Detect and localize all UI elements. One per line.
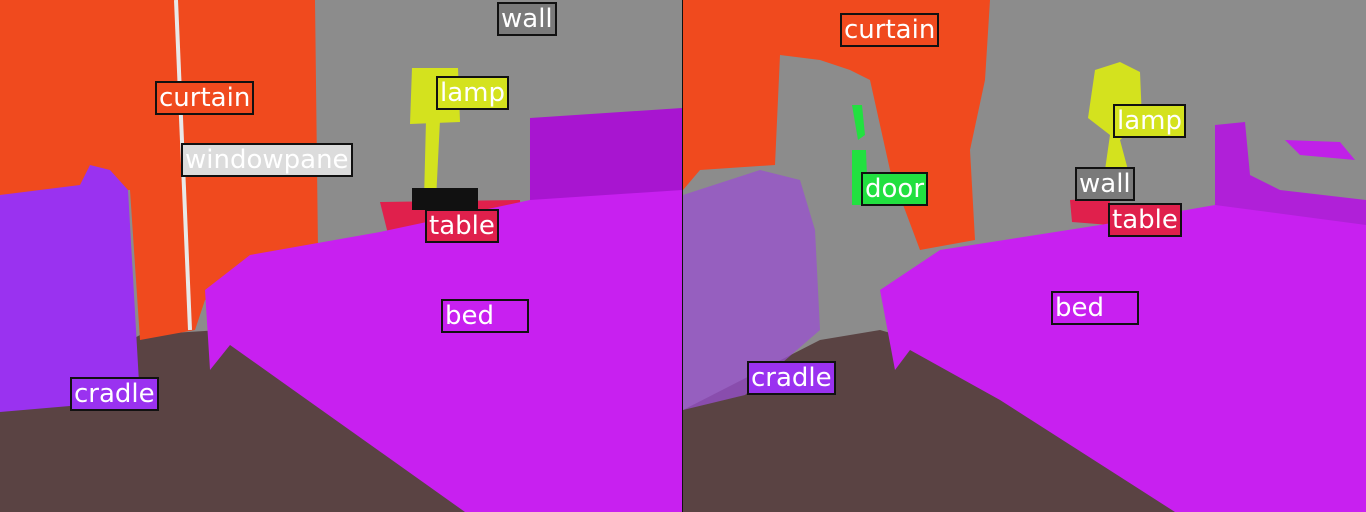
label-lamp: lamp (1113, 104, 1186, 138)
label-door: door (861, 172, 929, 206)
label-table: table (425, 209, 499, 243)
label-lamp: lamp (436, 76, 509, 110)
segmentation-comparison: wall curtain lamp windowpane table bed c… (0, 0, 1366, 512)
label-table: table (1108, 203, 1182, 237)
label-wall: wall (497, 2, 557, 36)
table-region (1070, 198, 1110, 225)
label-bed: bed (1051, 291, 1139, 325)
label-curtain: curtain (840, 13, 940, 47)
cradle-region (0, 165, 140, 412)
label-curtain: curtain (155, 81, 255, 115)
label-wall: wall (1075, 167, 1135, 201)
label-windowpane: windowpane (181, 143, 353, 177)
label-cradle: cradle (70, 377, 159, 411)
segmentation-canvas (0, 0, 1366, 512)
label-cradle: cradle (747, 361, 836, 395)
label-bed: bed (441, 299, 529, 333)
left-panel (0, 0, 682, 512)
right-panel (683, 0, 1366, 512)
object-region (412, 188, 478, 210)
